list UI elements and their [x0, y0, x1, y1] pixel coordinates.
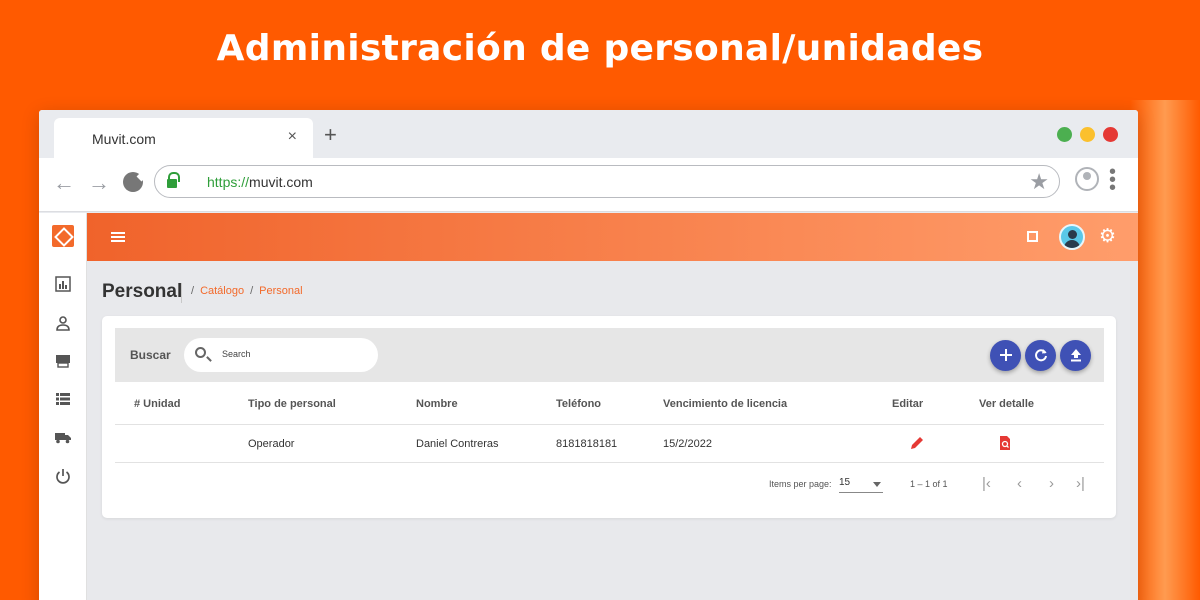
app-topbar: ⚙ [87, 213, 1138, 261]
personal-table: # Unidad Tipo de personal Nombre Teléfon… [115, 382, 1104, 463]
maximize-dot[interactable] [1057, 127, 1072, 142]
cell-nombre: Daniel Contreras [416, 438, 499, 450]
breadcrumb: / Catálogo / Personal [191, 285, 303, 297]
page-title: Personal [102, 281, 183, 302]
cell-vencimiento: 15/2/2022 [663, 438, 712, 450]
window-controls [1057, 127, 1118, 142]
column-header-nombre[interactable]: Nombre [416, 398, 458, 410]
search-toolbar: Buscar [115, 328, 1104, 382]
search-label: Buscar [130, 348, 171, 362]
browser-menu-icon[interactable]: • • • [1109, 162, 1116, 198]
browser-window: Muvit.com × + ← → https://muvit.com ★ • •… [39, 110, 1138, 600]
bookmark-star-icon[interactable]: ★ [1029, 169, 1049, 195]
items-per-page-select[interactable]: 15 [839, 477, 883, 493]
url-field[interactable]: https://muvit.com ★ [154, 165, 1060, 198]
forward-arrow-icon[interactable]: → [88, 170, 110, 196]
browser-profile-icon[interactable] [1075, 167, 1099, 191]
title-divider [181, 283, 182, 303]
search-icon [195, 347, 206, 358]
column-header-unidad[interactable]: # Unidad [134, 398, 180, 410]
fullscreen-icon[interactable] [1027, 231, 1038, 242]
store-icon[interactable] [54, 352, 72, 370]
settings-gear-icon[interactable]: ⚙ [1099, 227, 1116, 247]
app-area: ⚙ Personal /Catálogo/Personal Buscar [39, 213, 1138, 600]
items-per-page-label: Items per page: [769, 479, 832, 489]
sidebar [39, 213, 87, 600]
dashboard-chart-icon[interactable] [54, 275, 72, 293]
app-logo[interactable] [52, 225, 74, 247]
search-box[interactable] [184, 338, 378, 372]
headline: Administración de personal/unidades [216, 28, 984, 69]
edit-pencil-icon[interactable] [909, 435, 925, 451]
truck-icon[interactable] [54, 428, 72, 446]
browser-tab[interactable]: Muvit.com × [54, 118, 313, 158]
chevron-down-icon [873, 482, 881, 487]
power-icon[interactable] [54, 467, 72, 485]
last-page-icon[interactable]: ›| [1076, 475, 1085, 492]
tab-bar: Muvit.com × + [39, 110, 1138, 158]
background-glow [1130, 100, 1200, 600]
list-icon[interactable] [54, 390, 72, 408]
url-text: https://muvit.com [207, 174, 313, 190]
column-header-editar: Editar [892, 398, 924, 410]
breadcrumb-catalogo[interactable]: Catálogo [200, 285, 244, 297]
reload-icon[interactable] [123, 172, 143, 192]
next-page-icon[interactable]: › [1049, 475, 1054, 492]
column-header-vencimiento[interactable]: Vencimiento de licencia [663, 398, 787, 410]
column-header-telefono[interactable]: Teléfono [556, 398, 601, 410]
upload-button[interactable] [1060, 340, 1091, 371]
table-header: # Unidad Tipo de personal Nombre Teléfon… [115, 382, 1104, 425]
lock-icon [167, 172, 180, 188]
search-input[interactable] [222, 349, 362, 359]
previous-page-icon[interactable]: ‹ [1017, 475, 1022, 492]
paginator: Items per page: 15 1 – 1 of 1 |‹ ‹ › ›| [115, 466, 1104, 500]
person-icon[interactable] [54, 314, 72, 332]
table-row[interactable]: Operador Daniel Contreras 8181818181 15/… [115, 425, 1104, 463]
menu-hamburger-icon[interactable] [111, 232, 125, 242]
column-header-tipo[interactable]: Tipo de personal [248, 398, 336, 410]
new-tab-button[interactable]: + [324, 124, 337, 146]
items-per-page-value: 15 [839, 477, 851, 488]
refresh-button[interactable] [1025, 340, 1056, 371]
personal-card: Buscar # Unidad Tipo de perso [102, 316, 1116, 518]
first-page-icon[interactable]: |‹ [982, 475, 991, 492]
page-range: 1 – 1 of 1 [910, 479, 948, 489]
address-bar: ← → https://muvit.com ★ • • • [39, 158, 1138, 212]
cell-tipo: Operador [248, 438, 295, 450]
tab-close-icon[interactable]: × [288, 128, 297, 146]
back-arrow-icon[interactable]: ← [53, 170, 75, 196]
view-detail-icon[interactable] [997, 435, 1013, 451]
cell-telefono: 8181818181 [556, 438, 618, 450]
breadcrumb-personal[interactable]: Personal [259, 285, 302, 297]
column-header-ver-detalle: Ver detalle [979, 398, 1035, 410]
user-avatar[interactable] [1059, 224, 1085, 250]
minimize-dot[interactable] [1080, 127, 1095, 142]
add-button[interactable] [990, 340, 1021, 371]
close-dot[interactable] [1103, 127, 1118, 142]
tab-title: Muvit.com [92, 131, 156, 147]
